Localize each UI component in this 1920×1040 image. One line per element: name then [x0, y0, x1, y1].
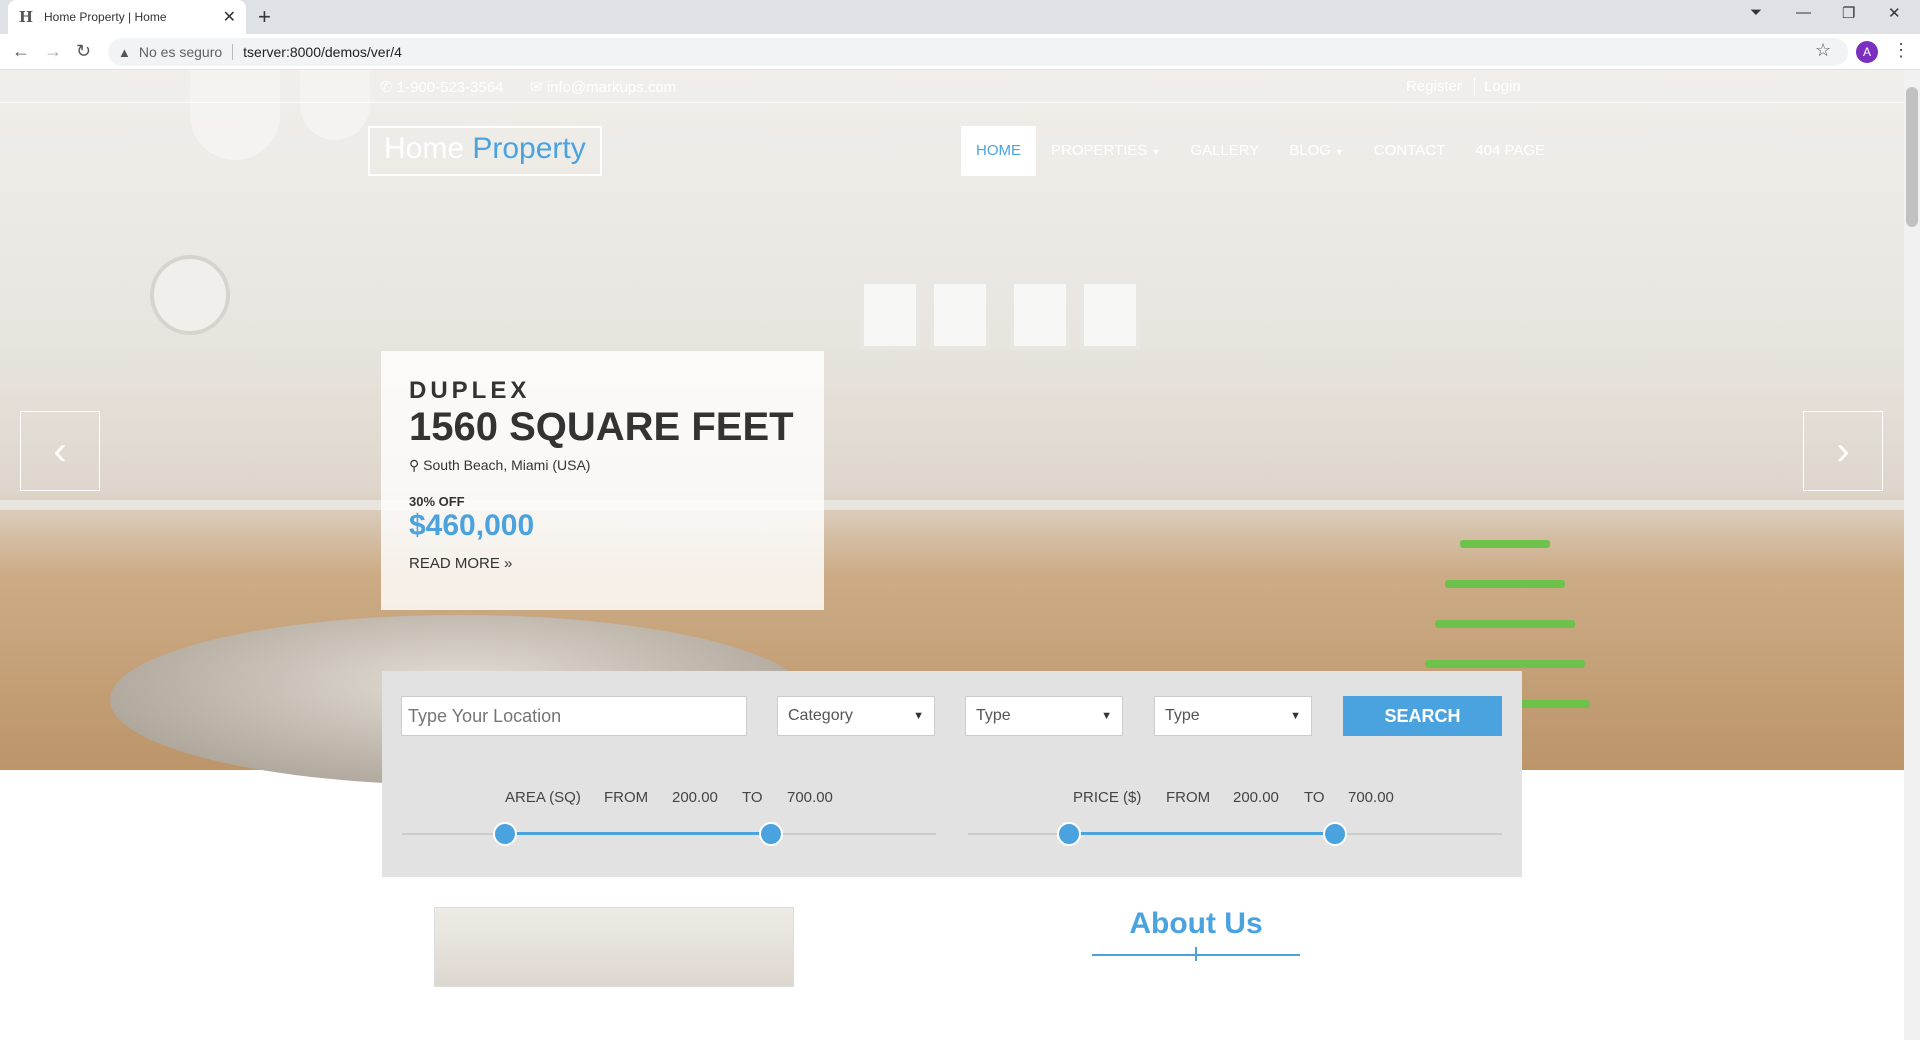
tab-search-icon[interactable]: ⏷	[1750, 4, 1762, 21]
property-search-panel: Category▼ Type▼ Type▼ SEARCH AREA (SQ) F…	[382, 671, 1522, 877]
forward-icon[interactable]: →	[44, 41, 62, 62]
category-select[interactable]: Category ▼	[777, 696, 935, 736]
slider-prev-button[interactable]: ‹	[20, 411, 100, 491]
new-tab-icon[interactable]: +	[258, 5, 271, 29]
about-image	[434, 907, 794, 987]
address-bar[interactable]: ▲ No es seguro tserver:8000/demos/ver/4	[108, 38, 1848, 66]
price-range-label: PRICE ($)	[1073, 789, 1142, 806]
back-icon[interactable]: ←	[12, 41, 30, 62]
room-window-decor	[860, 280, 920, 350]
caret-down-icon: ▼	[1151, 147, 1161, 157]
chevron-down-icon: ▼	[1101, 710, 1112, 722]
price-slider-fill	[1069, 832, 1335, 835]
address-separator	[232, 44, 234, 60]
tab-title: Home Property | Home	[44, 10, 167, 24]
area-slider-fill	[505, 832, 771, 835]
nav-blog[interactable]: BLOG ▼	[1274, 126, 1359, 176]
room-window-decor	[930, 280, 990, 350]
email-address: info@markups.com	[546, 79, 677, 96]
discount-badge: 30% OFF	[409, 494, 465, 509]
profile-avatar[interactable]: A	[1856, 41, 1878, 63]
wall-clock-decor	[150, 255, 230, 335]
topbar-divider	[1474, 78, 1475, 96]
scrollbar-thumb[interactable]	[1906, 87, 1918, 227]
price-max-handle[interactable]	[1323, 822, 1347, 846]
minimize-icon[interactable]: —	[1796, 4, 1811, 21]
property-kind: DUPLEX	[409, 377, 531, 404]
email-contact[interactable]: ✉ info@markups.com	[530, 78, 676, 96]
browser-tab[interactable]: H Home Property | Home ✕	[8, 0, 246, 34]
property-location: ⚲ South Beach, Miami (USA)	[409, 457, 591, 473]
chevron-down-icon: ▼	[1290, 710, 1301, 722]
price-to-label: TO	[1304, 789, 1325, 806]
main-navigation: HOME PROPERTIES ▼ GALLERY BLOG ▼ CONTACT 4…	[961, 126, 1560, 176]
room-window-decor	[1080, 280, 1140, 350]
close-window-icon[interactable]: ✕	[1888, 4, 1901, 22]
type-select-1[interactable]: Type ▼	[965, 696, 1123, 736]
restore-icon[interactable]: ❐	[1842, 4, 1855, 22]
browser-menu-icon[interactable]: ⋮	[1892, 40, 1910, 61]
nav-contact[interactable]: CONTACT	[1359, 126, 1460, 176]
property-price: $460,000	[409, 509, 535, 542]
area-from-label: FROM	[604, 789, 649, 806]
slider-next-button[interactable]: ›	[1803, 411, 1883, 491]
envelope-icon: ✉	[530, 79, 543, 96]
top-contact-bar: ✆ 1-900-523-3564 ✉ info@markups.com Regi…	[0, 70, 1904, 103]
security-status: No es seguro	[138, 44, 223, 60]
location-search-input[interactable]	[401, 696, 747, 736]
login-link[interactable]: Login	[1484, 78, 1521, 95]
area-range-label: AREA (SQ)	[505, 789, 581, 806]
area-to-label: TO	[742, 789, 763, 806]
phone-icon: ✆	[380, 79, 393, 96]
nav-home[interactable]: HOME	[961, 126, 1036, 176]
search-button[interactable]: SEARCH	[1343, 696, 1502, 736]
bookmark-star-icon[interactable]: ☆	[1815, 40, 1831, 61]
phone-number: 1-900-523-3564	[396, 79, 504, 96]
site-logo[interactable]: Home Property	[368, 126, 602, 176]
logo-text-home: Home	[384, 132, 473, 165]
nav-gallery[interactable]: GALLERY	[1175, 126, 1274, 176]
chevron-right-icon: ›	[1836, 428, 1850, 473]
wainscot-decor	[0, 500, 1904, 510]
title-underline-tick	[1195, 947, 1197, 961]
browser-toolbar: ← → ↻ ▲ No es seguro tserver:8000/demos/…	[0, 34, 1920, 70]
hero-slider: ✆ 1-900-523-3564 ✉ info@markups.com Regi…	[0, 70, 1904, 785]
nav-properties[interactable]: PROPERTIES ▼	[1036, 126, 1175, 176]
price-to-value: 700.00	[1348, 789, 1394, 806]
price-min-handle[interactable]	[1057, 822, 1081, 846]
slide-caption: DUPLEX 1560 SQUARE FEET ⚲ South Beach, M…	[381, 351, 824, 610]
type-select-2[interactable]: Type ▼	[1154, 696, 1312, 736]
price-from-label: FROM	[1166, 789, 1211, 806]
read-more-link[interactable]: READ MORE »	[409, 555, 796, 572]
double-chevron-right-icon: »	[504, 555, 513, 572]
area-min-handle[interactable]	[493, 822, 517, 846]
close-tab-icon[interactable]: ✕	[223, 7, 236, 27]
favicon-icon: H	[18, 8, 34, 26]
room-window-decor	[1010, 280, 1070, 350]
property-size: 1560 SQUARE FEET	[409, 405, 794, 449]
area-max-handle[interactable]	[759, 822, 783, 846]
url-text: tserver:8000/demos/ver/4	[243, 44, 402, 60]
area-to-value: 700.00	[787, 789, 833, 806]
price-from-value: 200.00	[1233, 789, 1279, 806]
page: ✆ 1-900-523-3564 ✉ info@markups.com Regi…	[0, 70, 1904, 1040]
reload-icon[interactable]: ↻	[76, 41, 91, 62]
browser-tab-bar: H Home Property | Home ✕ + ⏷ — ❐ ✕	[0, 0, 1920, 34]
caret-down-icon: ▼	[1334, 147, 1344, 157]
chevron-down-icon: ▼	[913, 710, 924, 722]
warning-icon: ▲	[118, 44, 131, 60]
nav-404-page[interactable]: 404 PAGE	[1460, 126, 1560, 176]
phone-contact[interactable]: ✆ 1-900-523-3564	[380, 78, 504, 96]
register-link[interactable]: Register	[1406, 78, 1462, 95]
logo-text-property: Property	[472, 132, 586, 165]
area-from-value: 200.00	[672, 789, 718, 806]
chevron-left-icon: ‹	[53, 428, 67, 473]
about-us-title: About Us	[1129, 907, 1263, 940]
map-marker-icon: ⚲	[409, 457, 420, 473]
